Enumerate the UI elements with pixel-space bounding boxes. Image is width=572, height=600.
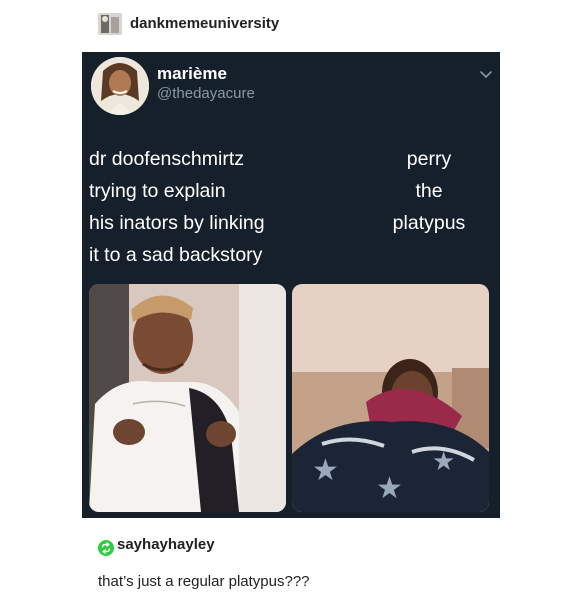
tweet-line: his inators by linking <box>89 212 265 234</box>
tweet-line: trying to explain <box>89 180 226 202</box>
tweet-line: dr doofenschmirtz <box>89 148 244 170</box>
tweet-text-left: dr doofenschmirtz trying to explain his … <box>89 143 339 271</box>
meme-image-listening[interactable]: ★ ★ ★ <box>292 284 489 512</box>
tweet-card: marième @thedayacure dr doofenschmirtz t… <box>82 52 500 518</box>
tweet-line: it to a sad backstory <box>89 244 263 266</box>
meme-image-explaining[interactable] <box>89 284 286 512</box>
blog-name[interactable]: dankmemeuniversity <box>130 15 279 32</box>
tweet-display-name[interactable]: marième <box>157 64 227 84</box>
reblog-username[interactable]: sayhayhayley <box>117 536 215 553</box>
tweet-handle[interactable]: @thedayacure <box>157 85 255 102</box>
svg-text:★: ★ <box>376 471 403 506</box>
reblog-comment: that’s just a regular platypus??? <box>98 573 310 590</box>
tweet-text-right: perry the platypus <box>369 143 489 239</box>
tweet-line: perry <box>406 148 452 170</box>
tweet-line: the <box>415 180 443 202</box>
blog-header: dankmemeuniversity <box>72 0 500 50</box>
chevron-down-icon[interactable] <box>478 66 494 82</box>
blog-avatar[interactable] <box>98 13 122 35</box>
svg-text:★: ★ <box>312 453 339 488</box>
tweet-line: platypus <box>392 212 466 234</box>
reblog-icon <box>98 540 114 556</box>
tweet-avatar[interactable] <box>91 57 149 115</box>
tumblr-post: dankmemeuniversity marième @thedayacure … <box>72 0 500 600</box>
